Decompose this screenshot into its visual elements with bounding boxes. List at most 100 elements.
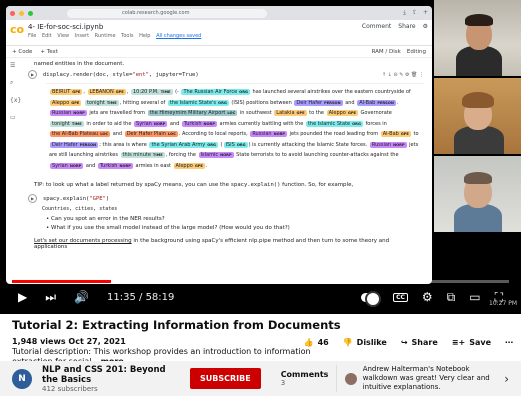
settings-icon: ⚙ xyxy=(422,23,428,30)
comments-label: Comments xyxy=(280,370,329,379)
share-label: Share xyxy=(398,23,416,30)
theater-icon[interactable]: ▭ xyxy=(469,290,480,304)
entity-org: the Syrian Arab Army ORG xyxy=(149,141,218,148)
player-controls: ▶ ⏭ 🔊 11:35 / 58:19 CC ⚙ ⧉ ▭ ⛶ xyxy=(0,285,521,309)
menu-file: File xyxy=(28,33,37,39)
next-icon[interactable]: ⏭ xyxy=(45,290,56,305)
entity-time: this minute TIME xyxy=(120,152,165,158)
notebook-body: named entities in the document. ▶ displa… xyxy=(20,60,432,284)
comments-section[interactable]: Comments 3 xyxy=(271,370,329,387)
plus-icon: + xyxy=(422,9,428,16)
notebook-toolbar: + Code + Text RAM / Disk Editing xyxy=(6,46,432,58)
channel-avatar[interactable]: N xyxy=(12,368,32,389)
dislike-button[interactable]: 👎 Dislike xyxy=(343,338,387,347)
entity-time: 10:20 P.M. TIME xyxy=(130,89,173,95)
share-button[interactable]: ↪ Share xyxy=(401,338,438,347)
play-icon[interactable]: ▶ xyxy=(18,290,27,304)
thumbs-down-icon: 👎 xyxy=(342,338,353,347)
entity-norp: Turkish NORP xyxy=(181,120,217,127)
download-icon: ⤓ xyxy=(403,9,406,16)
notebook-menu: File Edit View Insert Runtime Tools Help… xyxy=(28,33,205,39)
channel-info[interactable]: NLP and CSS 201: Beyond the Basics 412 s… xyxy=(42,365,182,393)
url-bar: colab.research.google.com xyxy=(67,8,267,18)
entity-person: Al-Bab PERSON xyxy=(357,99,396,106)
more-options-icon[interactable]: ⋯ xyxy=(505,338,513,347)
captions-icon[interactable]: CC xyxy=(393,292,408,302)
ram-label: RAM / Disk xyxy=(371,48,401,55)
chevron-right-icon[interactable]: › xyxy=(504,372,509,386)
entity-org: The Russian Air Force ORG xyxy=(181,89,250,95)
volume-icon[interactable]: 🔊 xyxy=(74,290,89,304)
commenter-avatar xyxy=(344,372,357,385)
question-list: • Can you spot an error in the NER resul… xyxy=(20,213,432,235)
run-cell-icon: ▶ xyxy=(28,70,37,79)
comment-preview[interactable]: Andrew Halterman's Notebook walkdown was… xyxy=(335,365,501,392)
save-playlist-icon: ≡+ xyxy=(451,338,466,347)
colab-header-right: Comment Share ⚙ xyxy=(362,23,428,30)
notebook-title: 4- IE-for-soc-sci.ipynb xyxy=(28,23,104,31)
settings-gear-icon[interactable]: ⚙ xyxy=(422,290,433,304)
render-cell: ▶ displacy.render(doc, style="ent", jupy… xyxy=(20,68,432,81)
tip-text: TIP: to look up what a label returned by… xyxy=(34,182,354,188)
share-icon: ⇪ xyxy=(411,9,417,16)
entity-norp: Syrian NORP xyxy=(50,162,84,169)
entity-gpe: Aleppo GPE xyxy=(50,99,82,106)
save-button[interactable]: ≡+ Save xyxy=(452,338,491,347)
entity-norp: Turkish NORP xyxy=(97,162,133,169)
menu-edit: Edit xyxy=(41,33,52,39)
comments-count: 3 xyxy=(280,379,286,387)
video-player[interactable]: colab.research.google.com ⤓ ⇪ + co 4- IE… xyxy=(0,0,521,314)
entity-loc: the Al-Bab Plateau LOC xyxy=(50,131,111,137)
channel-bar: N NLP and CSS 201: Beyond the Basics 412… xyxy=(0,361,521,396)
maximize-dot-icon xyxy=(28,10,33,16)
editing-label: Editing xyxy=(406,48,426,55)
progress-fill xyxy=(12,280,111,283)
webcam-feed-1 xyxy=(434,0,521,76)
like-button[interactable]: 👍 46 xyxy=(304,338,329,347)
entity-norp: Russian NORP xyxy=(50,110,87,116)
entity-person: Deir Hafer PERSON xyxy=(50,141,99,148)
explain-code: spacy.explain("GPE") xyxy=(43,195,110,202)
webcam-feed-3 xyxy=(434,156,521,232)
autoplay-toggle[interactable] xyxy=(361,290,382,307)
displacy-output: BEIRUT GPE, LEBANON GPE, 10:20 P.M. TIME (-… xyxy=(46,83,424,174)
browser-window: colab.research.google.com ⤓ ⇪ + co 4- IE… xyxy=(6,6,432,284)
colab-header: co 4- IE-for-soc-sci.ipynb File Edit Vie… xyxy=(6,20,432,46)
video-title: Tutorial 2: Extracting Information from … xyxy=(12,318,341,332)
entity-gpe: LEBANON GPE xyxy=(87,89,126,95)
explain-output: Countries, cities, states xyxy=(42,206,118,212)
entity-org: ISIS ORG xyxy=(223,141,248,148)
bottom-paragraph: Let's set our documents processing in th… xyxy=(34,238,390,250)
menu-insert: Insert xyxy=(74,33,90,39)
entity-person: Deir Hafer PERSON xyxy=(294,99,343,106)
cell-tools-icons: ↑ ↓ ⊖ ✎ ⚙ 🗑 ⋮ xyxy=(381,71,424,78)
entity-org: the Islamic State's ORG xyxy=(167,99,229,106)
entity-loc: Deir Hafer Plain LOC xyxy=(124,131,178,137)
webcam-feed-2 xyxy=(434,78,521,154)
channel-name[interactable]: NLP and CSS 201: Beyond the Basics xyxy=(42,365,182,385)
miniplayer-icon[interactable]: ⧉ xyxy=(447,290,456,305)
browser-topbar: colab.research.google.com ⤓ ⇪ + xyxy=(6,6,432,20)
thumbs-up-icon: 👍 xyxy=(303,338,314,347)
run-cell-icon: ▶ xyxy=(28,194,37,203)
entity-gpe: Aleppo GPE xyxy=(326,110,358,116)
add-code-label: + Code xyxy=(12,48,33,55)
render-code: displacy.render(doc, style="ent", jupyte… xyxy=(43,71,199,78)
minimize-dot-icon xyxy=(19,10,24,16)
video-actions: 👍 46 👎 Dislike ↪ Share ≡+ Save ⋯ xyxy=(304,338,513,347)
comment-text: Andrew Halterman's Notebook walkdown was… xyxy=(362,365,490,391)
subscribe-button[interactable]: SUBSCRIBE xyxy=(190,368,261,389)
explain-cell: ▶ spacy.explain("GPE") xyxy=(20,192,432,205)
progress-bar[interactable] xyxy=(12,280,509,283)
browser-tools: ⤓ ⇪ + xyxy=(403,9,428,17)
zoom-time-tag: 10:27 PM xyxy=(489,300,517,307)
time-readout: 11:35 / 58:19 xyxy=(107,291,175,303)
entity-gpe: Al-Bab GPE xyxy=(380,131,411,137)
list-item: • What if you use the small model instea… xyxy=(46,225,290,231)
share-arrow-icon: ↪ xyxy=(400,338,408,347)
intro-text: named entities in the document. xyxy=(34,61,125,67)
entity-norp: Russian NORP xyxy=(250,131,288,137)
menu-tools: Tools xyxy=(121,33,134,39)
entity-fac: the Himeymim Military Airport LOC xyxy=(147,110,238,116)
entity-norp: Russian NORP xyxy=(369,141,407,148)
